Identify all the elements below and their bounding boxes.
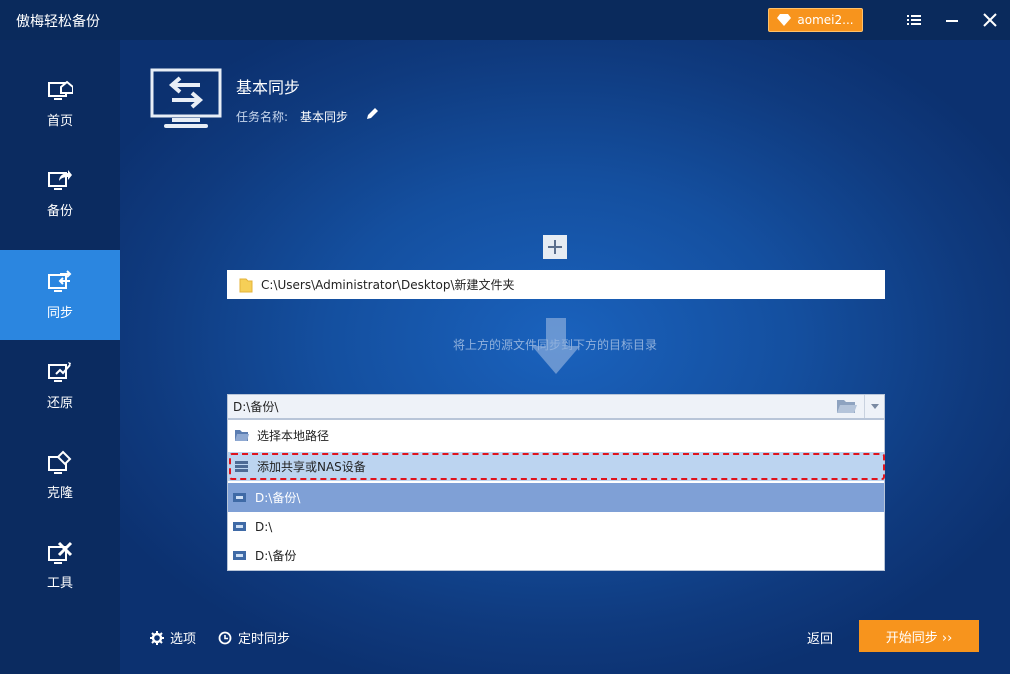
chevron-down-icon bbox=[870, 404, 879, 409]
nas-device-icon bbox=[235, 461, 248, 472]
sidebar-item-label: 克隆 bbox=[46, 485, 73, 501]
options-button[interactable]: 选项 bbox=[150, 628, 196, 647]
diamond-icon bbox=[777, 14, 792, 26]
menu-button[interactable] bbox=[904, 10, 924, 30]
sidebar-item-sync[interactable]: 同步 bbox=[0, 250, 120, 340]
source-path-box[interactable]: C:\Users\Administrator\Desktop\新建文件夹 bbox=[227, 270, 885, 299]
sidebar-item-clone[interactable]: 克隆 bbox=[0, 430, 120, 520]
minimize-button[interactable] bbox=[942, 10, 962, 30]
sidebar-item-backup[interactable]: 备份 bbox=[0, 148, 120, 238]
sync-monitor-icon bbox=[150, 68, 222, 128]
restore-monitor-icon bbox=[48, 361, 71, 382]
sidebar-item-label: 还原 bbox=[46, 395, 73, 411]
menu-icon bbox=[907, 15, 921, 25]
option-drive-d-backup[interactable]: D:\备份 bbox=[228, 541, 884, 570]
app-title: 傲梅轻松备份 bbox=[16, 14, 100, 30]
sync-monitor-icon bbox=[48, 269, 72, 292]
home-monitor-icon bbox=[48, 80, 73, 100]
clock-icon bbox=[218, 631, 232, 644]
sidebar-item-home[interactable]: 首页 bbox=[0, 58, 120, 148]
option-label: 选择本地路径 bbox=[257, 429, 330, 443]
sidebar-item-restore[interactable]: 还原 bbox=[0, 340, 120, 430]
main-panel: 基本同步 任务名称: 基本同步 C:\Users\Administrator\D… bbox=[120, 40, 1010, 674]
destination-value: D:\备份\ bbox=[233, 400, 279, 414]
sidebar-item-tools[interactable]: 工具 bbox=[0, 520, 120, 610]
folder-icon bbox=[239, 278, 253, 292]
option-label: D:\备份\ bbox=[255, 491, 301, 505]
clone-monitor-icon bbox=[48, 450, 72, 474]
title-bar: 傲梅轻松备份 aomei2... bbox=[0, 0, 1010, 40]
account-button[interactable]: aomei2... bbox=[768, 8, 863, 32]
drive-icon bbox=[233, 551, 246, 560]
pencil-icon[interactable] bbox=[365, 107, 379, 121]
drive-icon bbox=[233, 522, 246, 531]
backup-monitor-icon bbox=[48, 169, 72, 190]
sidebar-item-label: 首页 bbox=[46, 113, 73, 129]
add-source-button[interactable] bbox=[543, 235, 567, 259]
option-label: D:\ bbox=[255, 519, 273, 534]
option-label: D:\备份 bbox=[255, 549, 297, 563]
account-label: aomei2... bbox=[797, 13, 854, 27]
option-label: 添加共享或NAS设备 bbox=[257, 460, 366, 474]
schedule-button[interactable]: 定时同步 bbox=[218, 628, 290, 647]
sidebar-item-label: 工具 bbox=[46, 575, 73, 591]
browse-folder-icon[interactable] bbox=[836, 398, 858, 415]
dropdown-toggle[interactable] bbox=[864, 395, 884, 418]
option-drive-d[interactable]: D:\ bbox=[228, 512, 884, 541]
source-path: C:\Users\Administrator\Desktop\新建文件夹 bbox=[261, 278, 515, 292]
tools-monitor-icon bbox=[48, 541, 73, 564]
task-title: 基本同步 bbox=[236, 78, 301, 97]
options-label: 选项 bbox=[170, 632, 197, 647]
minimize-icon bbox=[946, 20, 958, 22]
option-select-local-path[interactable]: 选择本地路径 bbox=[228, 421, 884, 450]
destination-select[interactable]: D:\备份\ bbox=[227, 394, 885, 419]
destination-dropdown: 选择本地路径 添加共享或NAS设备 D:\备份\ D:\ D:\备份 bbox=[227, 419, 885, 571]
plus-icon bbox=[548, 240, 562, 254]
back-button[interactable]: 返回 bbox=[807, 628, 833, 647]
sync-hint: 将上方的源文件同步到下方的目标目录 bbox=[452, 338, 657, 352]
task-name-label: 任务名称: bbox=[236, 110, 289, 124]
option-add-nas[interactable]: 添加共享或NAS设备 bbox=[228, 452, 884, 481]
close-icon bbox=[983, 13, 997, 27]
option-drive-d-backup-slash[interactable]: D:\备份\ bbox=[228, 483, 884, 512]
sidebar: 首页 备份 同步 还原 克隆 工具 bbox=[0, 40, 120, 674]
folder-open-icon bbox=[235, 430, 249, 441]
schedule-label: 定时同步 bbox=[238, 632, 291, 647]
sidebar-item-label: 备份 bbox=[46, 203, 73, 219]
drive-icon bbox=[233, 493, 246, 502]
start-sync-button[interactable]: 开始同步 ›› bbox=[859, 620, 979, 652]
gear-icon bbox=[150, 630, 164, 645]
close-button[interactable] bbox=[980, 10, 1000, 30]
sidebar-item-label: 同步 bbox=[46, 305, 73, 321]
task-name-value: 基本同步 bbox=[300, 110, 349, 124]
